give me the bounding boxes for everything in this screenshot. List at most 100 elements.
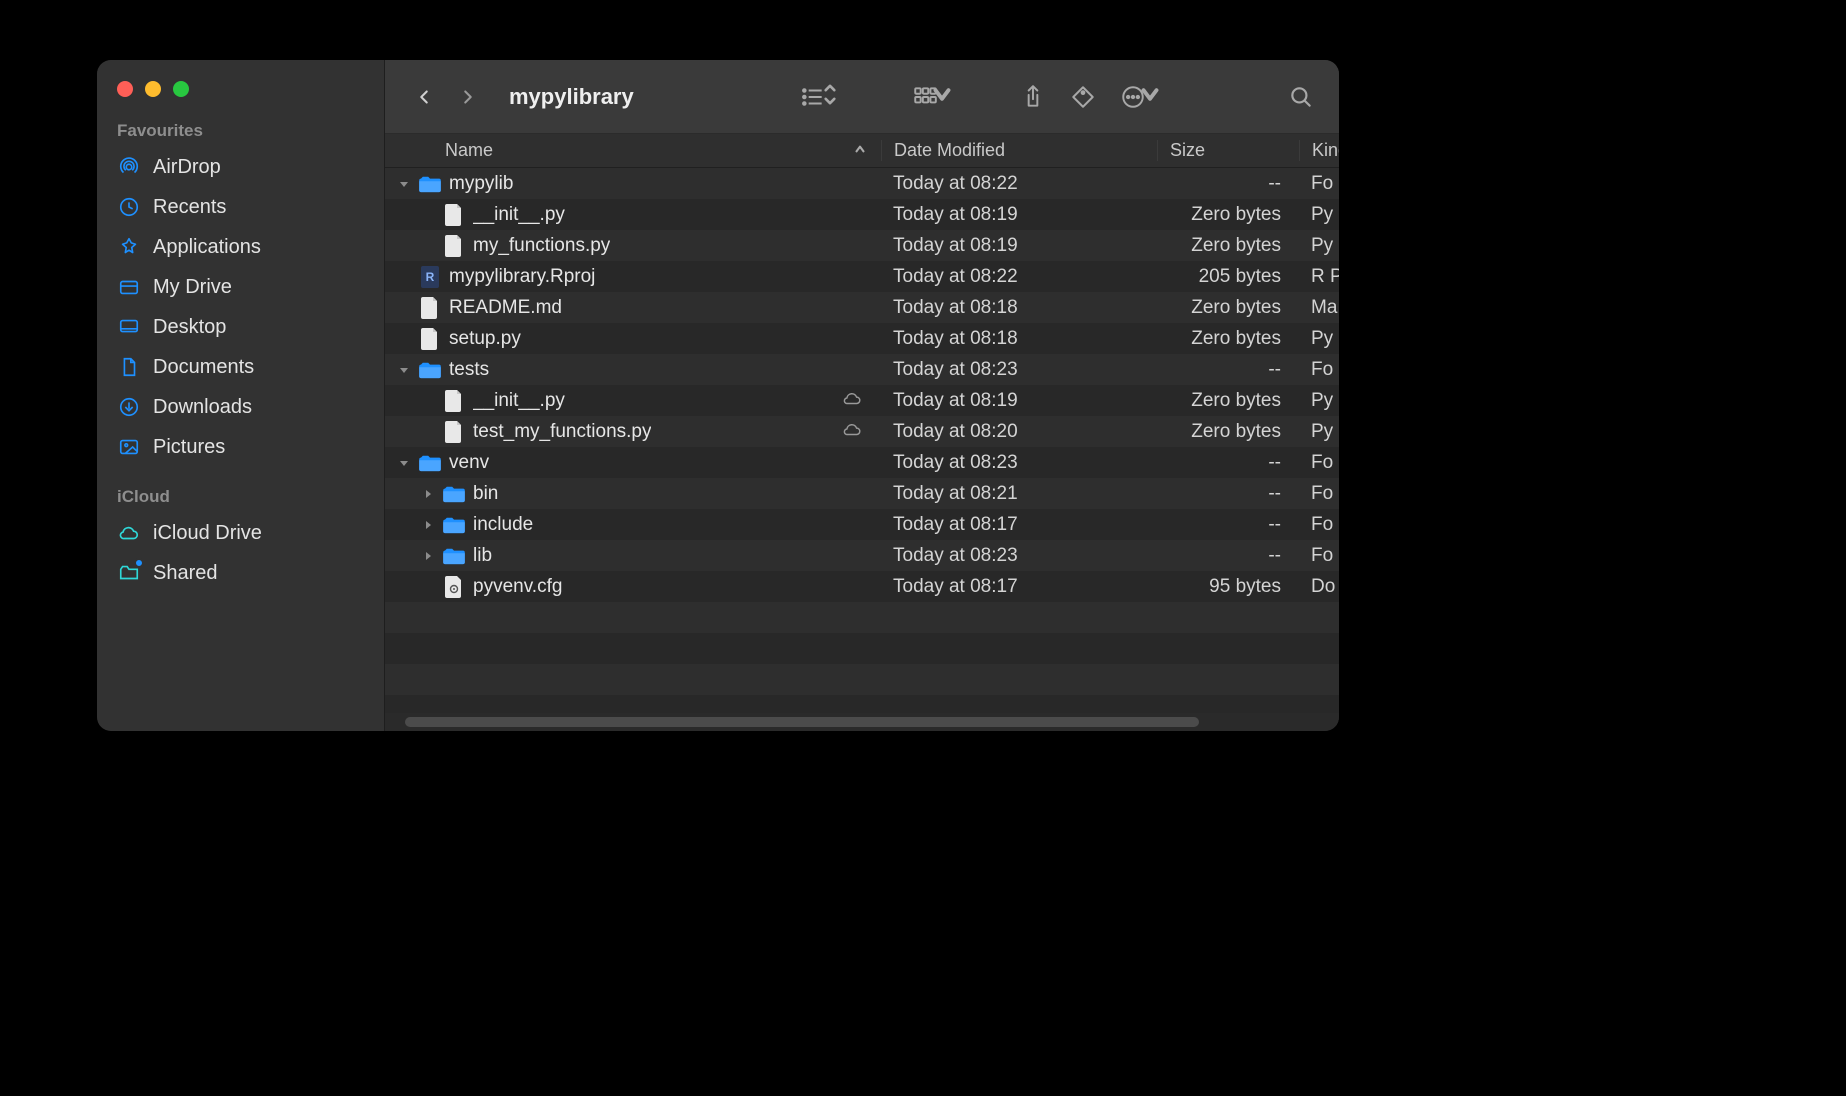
sidebar-item-recents[interactable]: Recents xyxy=(97,187,384,227)
file-date: Today at 08:21 xyxy=(881,483,1157,505)
sidebar-item-label: Pictures xyxy=(153,436,225,459)
cloud-status-icon xyxy=(841,420,863,444)
sidebar-item-pictures[interactable]: Pictures xyxy=(97,427,384,467)
sidebar-item-label: Documents xyxy=(153,356,254,379)
window-controls xyxy=(97,76,384,115)
sidebar-item-mydrive[interactable]: My Drive xyxy=(97,267,384,307)
file-kind: Do xyxy=(1299,576,1339,598)
sidebar-item-documents[interactable]: Documents xyxy=(97,347,384,387)
sharedfolder-icon xyxy=(117,561,141,585)
file-icon xyxy=(419,328,441,350)
column-header-name[interactable]: Name xyxy=(385,140,881,161)
disclosure-triangle[interactable] xyxy=(421,519,435,531)
file-icon xyxy=(443,204,465,226)
file-row[interactable]: pyvenv.cfgToday at 08:1795 bytesDo xyxy=(385,571,1339,602)
folder-icon xyxy=(443,545,465,567)
forward-button[interactable] xyxy=(451,80,485,114)
file-date: Today at 08:20 xyxy=(881,421,1157,443)
file-row[interactable]: mypylibToday at 08:22--Fo xyxy=(385,168,1339,199)
column-header-size[interactable]: Size xyxy=(1157,140,1299,161)
file-icon xyxy=(443,421,465,443)
sidebar-item-label: iCloud Drive xyxy=(153,522,262,545)
disclosure-triangle[interactable] xyxy=(421,488,435,500)
search-button[interactable] xyxy=(1281,77,1321,117)
file-kind: Py xyxy=(1299,390,1339,412)
finder-window: FavouritesAirDropRecentsApplicationsMy D… xyxy=(97,60,1339,731)
file-name: mypylibrary.Rproj xyxy=(449,266,595,288)
pictures-icon xyxy=(117,435,141,459)
file-row[interactable]: README.mdToday at 08:18Zero bytesMa xyxy=(385,292,1339,323)
column-header-date[interactable]: Date Modified xyxy=(881,140,1157,161)
file-date: Today at 08:23 xyxy=(881,452,1157,474)
file-row[interactable]: my_functions.pyToday at 08:19Zero bytesP… xyxy=(385,230,1339,261)
file-size: -- xyxy=(1157,483,1299,505)
sort-asc-icon xyxy=(853,140,867,161)
scrollbar-thumb[interactable] xyxy=(405,717,1199,727)
view-list-button[interactable] xyxy=(793,77,833,117)
toolbar: mypylibrary xyxy=(385,60,1339,134)
sidebar-item-applications[interactable]: Applications xyxy=(97,227,384,267)
file-row[interactable]: libToday at 08:23--Fo xyxy=(385,540,1339,571)
file-row[interactable]: test_my_functions.pyToday at 08:20Zero b… xyxy=(385,416,1339,447)
file-row[interactable]: testsToday at 08:23--Fo xyxy=(385,354,1339,385)
sidebar-section-label: iCloud xyxy=(97,481,384,513)
close-window-button[interactable] xyxy=(117,81,133,97)
sidebar-item-iclouddrive[interactable]: iCloud Drive xyxy=(97,513,384,553)
file-kind: Fo xyxy=(1299,173,1339,195)
horizontal-scrollbar[interactable] xyxy=(385,713,1339,731)
file-kind: Py xyxy=(1299,235,1339,257)
disclosure-triangle[interactable] xyxy=(397,364,411,376)
sidebar: FavouritesAirDropRecentsApplicationsMy D… xyxy=(97,60,385,731)
file-row[interactable]: __init__.pyToday at 08:19Zero bytesPy xyxy=(385,199,1339,230)
file-date: Today at 08:23 xyxy=(881,359,1157,381)
group-button[interactable] xyxy=(905,77,945,117)
download-icon xyxy=(117,395,141,419)
sidebar-item-airdrop[interactable]: AirDrop xyxy=(97,147,384,187)
file-kind: Fo xyxy=(1299,545,1339,567)
folder-icon xyxy=(419,452,441,474)
empty-row xyxy=(385,695,1339,713)
sidebar-item-downloads[interactable]: Downloads xyxy=(97,387,384,427)
column-header-kind[interactable]: Kind xyxy=(1299,140,1339,161)
folder-icon xyxy=(443,514,465,536)
file-size: Zero bytes xyxy=(1157,204,1299,226)
column-headers: Name Date Modified Size Kind xyxy=(385,134,1339,168)
empty-row xyxy=(385,664,1339,695)
file-icon xyxy=(419,297,441,319)
file-name: setup.py xyxy=(449,328,521,350)
file-list: mypylibToday at 08:22--Fo__init__.pyToda… xyxy=(385,168,1339,713)
file-row[interactable]: Rmypylibrary.RprojToday at 08:22205 byte… xyxy=(385,261,1339,292)
share-button[interactable] xyxy=(1013,77,1053,117)
empty-row xyxy=(385,602,1339,633)
sidebar-item-label: AirDrop xyxy=(153,156,221,179)
main-pane: mypylibrary xyxy=(385,60,1339,731)
file-row[interactable]: includeToday at 08:17--Fo xyxy=(385,509,1339,540)
file-row[interactable]: venvToday at 08:23--Fo xyxy=(385,447,1339,478)
file-date: Today at 08:22 xyxy=(881,266,1157,288)
file-name: my_functions.py xyxy=(473,235,610,257)
file-size: Zero bytes xyxy=(1157,390,1299,412)
empty-row xyxy=(385,633,1339,664)
disclosure-triangle[interactable] xyxy=(421,550,435,562)
file-row[interactable]: setup.pyToday at 08:18Zero bytesPy xyxy=(385,323,1339,354)
cloud-icon xyxy=(117,521,141,545)
sidebar-item-shared[interactable]: Shared xyxy=(97,553,384,593)
folder-icon xyxy=(419,359,441,381)
action-menu-button[interactable] xyxy=(1113,77,1153,117)
file-row[interactable]: __init__.pyToday at 08:19Zero bytesPy xyxy=(385,385,1339,416)
minimize-window-button[interactable] xyxy=(145,81,161,97)
zoom-window-button[interactable] xyxy=(173,81,189,97)
file-size: -- xyxy=(1157,173,1299,195)
file-size: -- xyxy=(1157,545,1299,567)
file-size: -- xyxy=(1157,359,1299,381)
disclosure-triangle[interactable] xyxy=(397,457,411,469)
tag-button[interactable] xyxy=(1063,77,1103,117)
disclosure-triangle[interactable] xyxy=(397,178,411,190)
sidebar-item-desktop[interactable]: Desktop xyxy=(97,307,384,347)
window-title: mypylibrary xyxy=(509,84,634,110)
file-row[interactable]: binToday at 08:21--Fo xyxy=(385,478,1339,509)
file-size: -- xyxy=(1157,514,1299,536)
clock-icon xyxy=(117,195,141,219)
svg-text:R: R xyxy=(426,270,435,284)
back-button[interactable] xyxy=(407,80,441,114)
